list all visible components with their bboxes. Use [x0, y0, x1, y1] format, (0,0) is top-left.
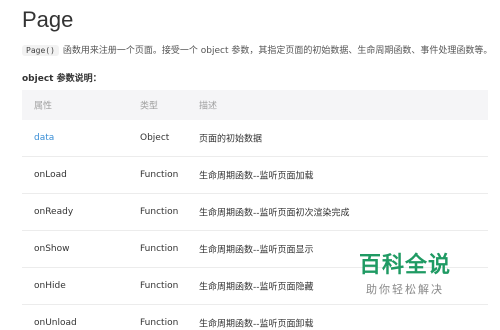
row-description: 生命周期函数--监听页面初次渲染完成 [199, 208, 350, 219]
table-row: onUnload Function 生命周期函数--监听页面卸载 [22, 305, 488, 330]
row-attribute: onUnload [34, 318, 77, 328]
row-type: Function [140, 244, 179, 254]
watermark-logo: 百科全说 助你轻松解决 [350, 253, 460, 297]
row-attribute: onReady [34, 207, 74, 217]
header-type: 类型 [140, 101, 159, 112]
row-attribute: onLoad [34, 170, 67, 180]
header-description: 描述 [199, 101, 218, 112]
row-description: 生命周期函数--监听页面显示 [199, 245, 314, 256]
inline-code: Page() [22, 45, 59, 56]
row-description: 生命周期函数--监听页面卸载 [199, 319, 314, 330]
table-header: 属性 类型 描述 [22, 90, 488, 120]
row-type: Function [140, 318, 179, 328]
header-attribute: 属性 [34, 101, 53, 112]
row-attribute: onShow [34, 244, 70, 254]
row-type: Function [140, 281, 179, 291]
row-description: 生命周期函数--监听页面隐藏 [199, 282, 314, 293]
data-link[interactable]: data [34, 133, 54, 143]
intro-paragraph: Page() 函数用来注册一个页面。接受一个 object 参数，其指定页面的初始… [22, 44, 492, 58]
row-type: Function [140, 207, 179, 217]
row-type: Function [140, 170, 179, 180]
row-description: 生命周期函数--监听页面加载 [199, 171, 314, 182]
section-label: object 参数说明： [22, 74, 102, 84]
row-type: Object [140, 133, 170, 143]
table-row: onLoad Function 生命周期函数--监听页面加载 [22, 157, 488, 194]
table-row: data Object 页面的初始数据 [22, 120, 488, 157]
intro-text: 函数用来注册一个页面。接受一个 object 参数，其指定页面的初始数据、生命周… [62, 46, 493, 56]
table-row: onReady Function 生命周期函数--监听页面初次渲染完成 [22, 194, 488, 231]
row-description: 页面的初始数据 [199, 134, 263, 145]
row-attribute: onHide [34, 281, 66, 291]
page-title: Page [22, 7, 74, 32]
watermark-title: 百科全说 [358, 253, 451, 278]
watermark-subtitle: 助你轻松解决 [366, 283, 444, 296]
